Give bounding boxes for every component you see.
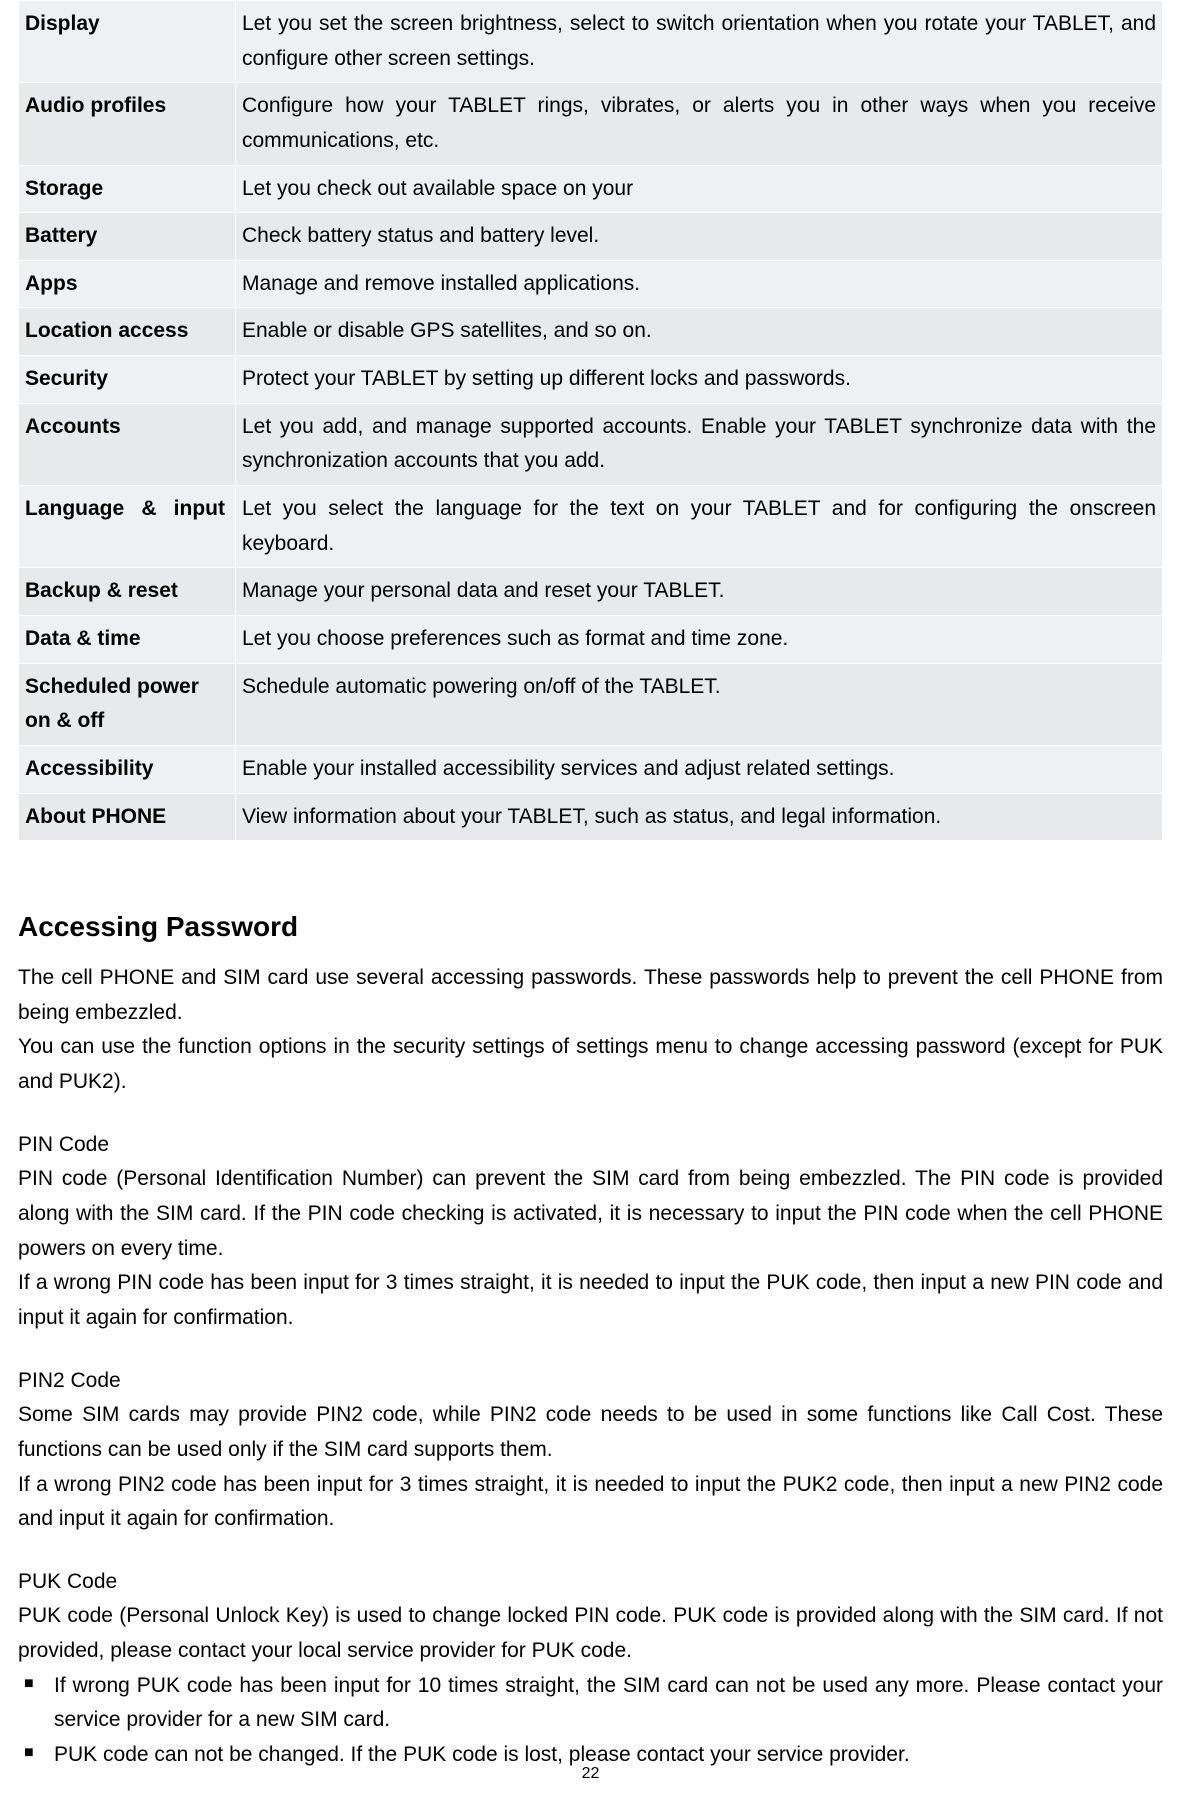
puk-title: PUK Code [18, 1565, 1163, 1600]
puk-block: PUK code (Personal Unlock Key) is used t… [18, 1599, 1163, 1668]
setting-name: Backup & reset [19, 568, 236, 616]
setting-desc: Let you choose preferences such as forma… [236, 615, 1163, 663]
setting-name: Accessibility [19, 745, 236, 793]
setting-name: Language & input [19, 486, 236, 568]
pin2-p2: If a wrong PIN2 code has been input for … [18, 1468, 1163, 1537]
pin2-block: Some SIM cards may provide PIN2 code, wh… [18, 1398, 1163, 1537]
setting-desc: Check battery status and battery level. [236, 213, 1163, 261]
pin-p1: PIN code (Personal Identification Number… [18, 1162, 1163, 1266]
list-item: If wrong PUK code has been input for 10 … [18, 1669, 1163, 1738]
table-row: Location accessEnable or disable GPS sat… [19, 308, 1163, 356]
setting-desc: Let you add, and manage supported accoun… [236, 403, 1163, 485]
intro-p2: You can use the function options in the … [18, 1030, 1163, 1099]
setting-name: Scheduled power on & off [19, 663, 236, 745]
puk-bullet-list: If wrong PUK code has been input for 10 … [18, 1669, 1163, 1773]
setting-name: Storage [19, 165, 236, 213]
table-row: AccountsLet you add, and manage supporte… [19, 403, 1163, 485]
document-page: DisplayLet you set the screen brightness… [0, 0, 1181, 1793]
table-row: SecurityProtect your TABLET by setting u… [19, 356, 1163, 404]
table-row: About PHONEView information about your T… [19, 793, 1163, 841]
pin2-p1: Some SIM cards may provide PIN2 code, wh… [18, 1398, 1163, 1467]
settings-table: DisplayLet you set the screen brightness… [18, 0, 1163, 841]
page-number: 22 [0, 1765, 1181, 1783]
pin-p2: If a wrong PIN code has been input for 3… [18, 1266, 1163, 1335]
intro-block: The cell PHONE and SIM card use several … [18, 961, 1163, 1100]
table-row: Backup & resetManage your personal data … [19, 568, 1163, 616]
section-heading: Accessing Password [18, 911, 1163, 943]
setting-name: About PHONE [19, 793, 236, 841]
setting-name: Battery [19, 213, 236, 261]
setting-desc: Let you check out available space on you… [236, 165, 1163, 213]
table-row: Language & inputLet you select the langu… [19, 486, 1163, 568]
setting-name: Data & time [19, 615, 236, 663]
pin-title: PIN Code [18, 1128, 1163, 1163]
setting-name: Security [19, 356, 236, 404]
spacer [18, 1336, 1163, 1364]
spacer [18, 1537, 1163, 1565]
table-row: BatteryCheck battery status and battery … [19, 213, 1163, 261]
settings-table-body: DisplayLet you set the screen brightness… [19, 1, 1163, 841]
setting-desc: Protect your TABLET by setting up differ… [236, 356, 1163, 404]
spacer [18, 1100, 1163, 1128]
table-row: Audio profilesConfigure how your TABLET … [19, 83, 1163, 165]
setting-name: Display [19, 1, 236, 83]
setting-desc: Let you set the screen brightness, selec… [236, 1, 1163, 83]
table-row: Scheduled power on & offSchedule automat… [19, 663, 1163, 745]
puk-p1: PUK code (Personal Unlock Key) is used t… [18, 1599, 1163, 1668]
setting-desc: Manage and remove installed applications… [236, 260, 1163, 308]
setting-desc: View information about your TABLET, such… [236, 793, 1163, 841]
setting-name: Location access [19, 308, 236, 356]
table-row: AccessibilityEnable your installed acces… [19, 745, 1163, 793]
pin2-title: PIN2 Code [18, 1364, 1163, 1399]
setting-desc: Configure how your TABLET rings, vibrate… [236, 83, 1163, 165]
pin-block: PIN code (Personal Identification Number… [18, 1162, 1163, 1335]
setting-desc: Enable your installed accessibility serv… [236, 745, 1163, 793]
setting-name: Accounts [19, 403, 236, 485]
table-row: Data & timeLet you choose preferences su… [19, 615, 1163, 663]
setting-name: Audio profiles [19, 83, 236, 165]
setting-desc: Let you select the language for the text… [236, 486, 1163, 568]
setting-desc: Enable or disable GPS satellites, and so… [236, 308, 1163, 356]
setting-desc: Manage your personal data and reset your… [236, 568, 1163, 616]
setting-name: Apps [19, 260, 236, 308]
setting-desc: Schedule automatic powering on/off of th… [236, 663, 1163, 745]
table-row: StorageLet you check out available space… [19, 165, 1163, 213]
table-row: DisplayLet you set the screen brightness… [19, 1, 1163, 83]
intro-p1: The cell PHONE and SIM card use several … [18, 961, 1163, 1030]
table-row: AppsManage and remove installed applicat… [19, 260, 1163, 308]
